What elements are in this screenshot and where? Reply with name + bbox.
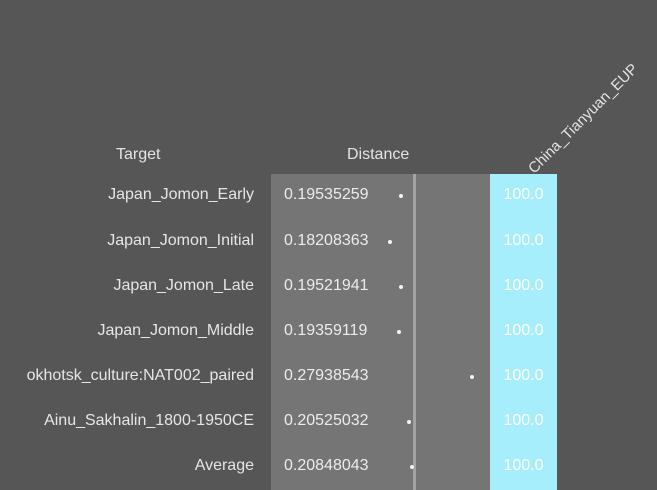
table-row: Japan_Jomon_Late 0.19521941 100.0 xyxy=(0,265,657,310)
distance-value: 0.18208363 xyxy=(284,232,369,249)
distance-dot xyxy=(398,194,403,198)
distance-dot xyxy=(407,420,412,424)
population-percent: 100.0 xyxy=(503,412,544,429)
table-row-average: Average 0.20848043 100.0 xyxy=(0,445,657,490)
distance-dot xyxy=(397,330,402,334)
table-row: Japan_Jomon_Middle 0.19359119 100.0 xyxy=(0,310,657,355)
target-name: Japan_Jomon_Late xyxy=(113,277,254,294)
target-name: Japan_Jomon_Middle xyxy=(97,322,254,339)
target-name: okhotsk_culture:NAT002_paired xyxy=(26,367,254,384)
distance-value: 0.20525032 xyxy=(284,412,369,429)
population-percent: 100.0 xyxy=(503,367,544,384)
distance-value: 0.20848043 xyxy=(284,457,369,474)
distance-dot xyxy=(470,375,474,379)
table-row: Japan_Jomon_Initial 0.18208363 100.0 xyxy=(0,220,657,265)
population-percent: 100.0 xyxy=(503,186,544,203)
target-name: Average xyxy=(194,457,254,474)
population-percent: 100.0 xyxy=(503,232,544,249)
table-row: Japan_Jomon_Early 0.19535259 100.0 xyxy=(0,174,657,219)
population-percent: 100.0 xyxy=(503,457,544,474)
distance-dot xyxy=(398,285,403,289)
target-name: Japan_Jomon_Initial xyxy=(107,232,254,249)
population-column-header: China_Tianyuan_EUP xyxy=(525,60,642,178)
distance-value: 0.19535259 xyxy=(284,186,369,203)
target-name: Japan_Jomon_Early xyxy=(108,186,254,203)
distance-dot xyxy=(409,465,414,469)
table-row: okhotsk_culture:NAT002_paired 0.27938543… xyxy=(0,355,657,400)
table-row: Ainu_Sakhalin_1800-1950CE 0.20525032 100… xyxy=(0,400,657,445)
distance-value: 0.27938543 xyxy=(284,367,369,384)
distance-value: 0.19521941 xyxy=(284,277,369,294)
population-percent: 100.0 xyxy=(503,277,544,294)
target-name: Ainu_Sakhalin_1800-1950CE xyxy=(44,412,254,429)
target-column-header: Target xyxy=(116,146,161,163)
distance-dot xyxy=(387,240,392,244)
distance-column-header: Distance xyxy=(347,146,410,163)
distance-value: 0.19359119 xyxy=(284,322,368,339)
population-percent: 100.0 xyxy=(503,322,544,339)
